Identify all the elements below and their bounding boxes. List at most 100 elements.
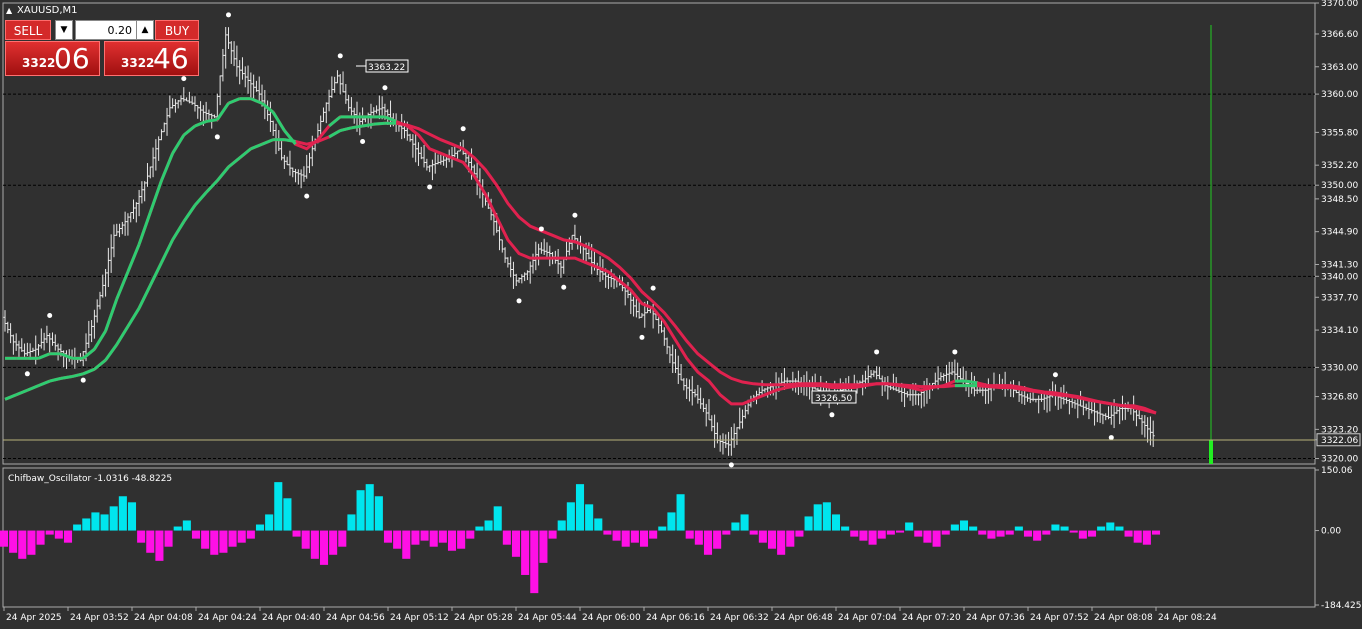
oscillator-bar bbox=[804, 516, 813, 531]
oscillator-bar bbox=[530, 530, 539, 594]
oscillator-bar bbox=[813, 504, 822, 531]
chart-window[interactable]: 3370.00 3366.60 3363.00 3360.00 3355.80 3352.… bbox=[0, 0, 1362, 629]
y-axis-label: 3348.50 bbox=[1321, 195, 1358, 205]
x-axis-label: 24 Apr 06:00 bbox=[582, 613, 641, 623]
oscillator-bar bbox=[594, 518, 603, 531]
oscillator-bar bbox=[127, 502, 137, 531]
oscillator-bar bbox=[356, 490, 365, 531]
swing-low-dot bbox=[516, 298, 522, 304]
y-axis-label: 3355.80 bbox=[1321, 128, 1358, 138]
lot-size-input[interactable]: 0.20 bbox=[75, 20, 137, 40]
y-axis-label: 3340.00 bbox=[1321, 272, 1358, 282]
sell-price-prefix: 3322 bbox=[22, 56, 56, 70]
oscillator-bar bbox=[63, 530, 73, 543]
main-pane bbox=[2, 2, 1316, 465]
oscillator-bar bbox=[429, 530, 438, 547]
oscillator-bar bbox=[27, 530, 36, 555]
fast-ma-bull-segment bbox=[205, 118, 218, 123]
oscillator-bar bbox=[914, 530, 923, 537]
swing-low-dot bbox=[728, 462, 734, 468]
swing-high-dot bbox=[337, 53, 343, 59]
oscillator-bar bbox=[758, 530, 767, 543]
oscillator-bar bbox=[978, 530, 987, 535]
x-axis-label: 24 Apr 07:04 bbox=[838, 613, 897, 623]
oscillator-bar bbox=[969, 526, 978, 531]
oscillator-bar bbox=[1097, 526, 1106, 531]
y-axis-label: 3334.10 bbox=[1321, 326, 1358, 336]
x-axis-label: 24 Apr 06:48 bbox=[774, 613, 833, 623]
sell-price-box[interactable]: 3322 06 bbox=[5, 41, 100, 76]
x-axis-label: 24 Apr 03:52 bbox=[70, 613, 129, 623]
oscillator-bar bbox=[228, 530, 237, 547]
oscillator-bar bbox=[18, 530, 27, 559]
oscillator-bar bbox=[539, 530, 548, 563]
oscillator-bar bbox=[987, 530, 996, 539]
oscillator-bar bbox=[338, 530, 347, 547]
oscillator-bar bbox=[36, 530, 45, 545]
oscillator-bar bbox=[685, 530, 694, 539]
oscillator-bar bbox=[639, 530, 649, 547]
oscillator-bar bbox=[365, 484, 374, 531]
oscillator-bar bbox=[292, 530, 301, 537]
oscillator-bar bbox=[137, 530, 146, 543]
price-chart[interactable]: 3370.00 3366.60 3363.00 3360.00 3355.80 3352.… bbox=[0, 0, 1362, 629]
sell-button[interactable]: SELL bbox=[5, 20, 51, 40]
oscillator-bar bbox=[548, 530, 557, 539]
swing-low-dot bbox=[1108, 435, 1114, 441]
oscillator-bar bbox=[1078, 530, 1087, 539]
oscillator-bar bbox=[841, 526, 850, 531]
buy-button[interactable]: BUY bbox=[155, 20, 199, 40]
oscillator-bar bbox=[438, 530, 447, 543]
oscillator-bar bbox=[786, 530, 795, 547]
osc-y-axis-label: 0.00 bbox=[1321, 527, 1341, 537]
swing-low-dot bbox=[80, 377, 86, 383]
swing-high-dot bbox=[874, 349, 880, 355]
oscillator-bar bbox=[877, 530, 886, 539]
oscillator-bar bbox=[301, 530, 310, 549]
oscillator-bar bbox=[502, 530, 511, 545]
swing-high-dot bbox=[1052, 372, 1058, 378]
y-axis-label: 3344.90 bbox=[1321, 228, 1358, 238]
oscillator-bar bbox=[722, 530, 731, 535]
x-axis-label: 24 Apr 06:16 bbox=[646, 613, 705, 623]
buy-price-box[interactable]: 3322 46 bbox=[104, 41, 199, 76]
oscillator-bar bbox=[511, 530, 521, 557]
x-axis-label: 24 Apr 07:36 bbox=[966, 613, 1025, 623]
oscillator-bar bbox=[146, 530, 155, 553]
oscillator-bar bbox=[649, 530, 658, 539]
swing-low-dot bbox=[829, 412, 835, 418]
oscillator-bar bbox=[164, 530, 173, 547]
swing-high-dot bbox=[382, 85, 388, 91]
oscillator-bar bbox=[795, 530, 804, 537]
swing-low-dot bbox=[360, 138, 366, 144]
one-click-trading-panel: SELL ▼ 0.20 ▲ BUY 3322 06 3322 46 bbox=[5, 20, 199, 76]
swing-high-dot bbox=[650, 285, 656, 291]
lot-increase-button[interactable]: ▲ bbox=[136, 20, 154, 40]
oscillator-bar bbox=[859, 530, 868, 541]
oscillator-bar bbox=[210, 530, 219, 555]
oscillator-bar bbox=[713, 530, 722, 549]
oscillator-bar bbox=[566, 502, 575, 531]
oscillator-bar bbox=[45, 530, 54, 535]
swing-low-dot bbox=[561, 284, 567, 290]
oscillator-bar bbox=[402, 530, 411, 559]
swing-low-dot bbox=[214, 134, 220, 140]
oscillator-bar bbox=[667, 512, 676, 531]
oscillator-bar bbox=[393, 530, 402, 549]
oscillator-bar bbox=[420, 530, 429, 541]
y-axis-label: 3320.00 bbox=[1321, 455, 1358, 465]
lot-decrease-button[interactable]: ▼ bbox=[55, 20, 73, 40]
oscillator-bar bbox=[932, 530, 941, 547]
oscillator-bar bbox=[1023, 530, 1033, 537]
oscillator-bar bbox=[319, 530, 329, 565]
oscillator-bar bbox=[731, 522, 740, 531]
oscillator-bar bbox=[484, 520, 493, 531]
oscillator-bar bbox=[255, 524, 265, 531]
oscillator-bar bbox=[191, 530, 201, 539]
oscillator-bar bbox=[411, 530, 420, 545]
oscillator-bar bbox=[201, 530, 210, 549]
y-axis-label: 3326.80 bbox=[1321, 393, 1358, 403]
price-label-mid: 3326.50 bbox=[811, 390, 857, 404]
oscillator-bar bbox=[749, 530, 758, 535]
oscillator-bar bbox=[0, 530, 9, 547]
